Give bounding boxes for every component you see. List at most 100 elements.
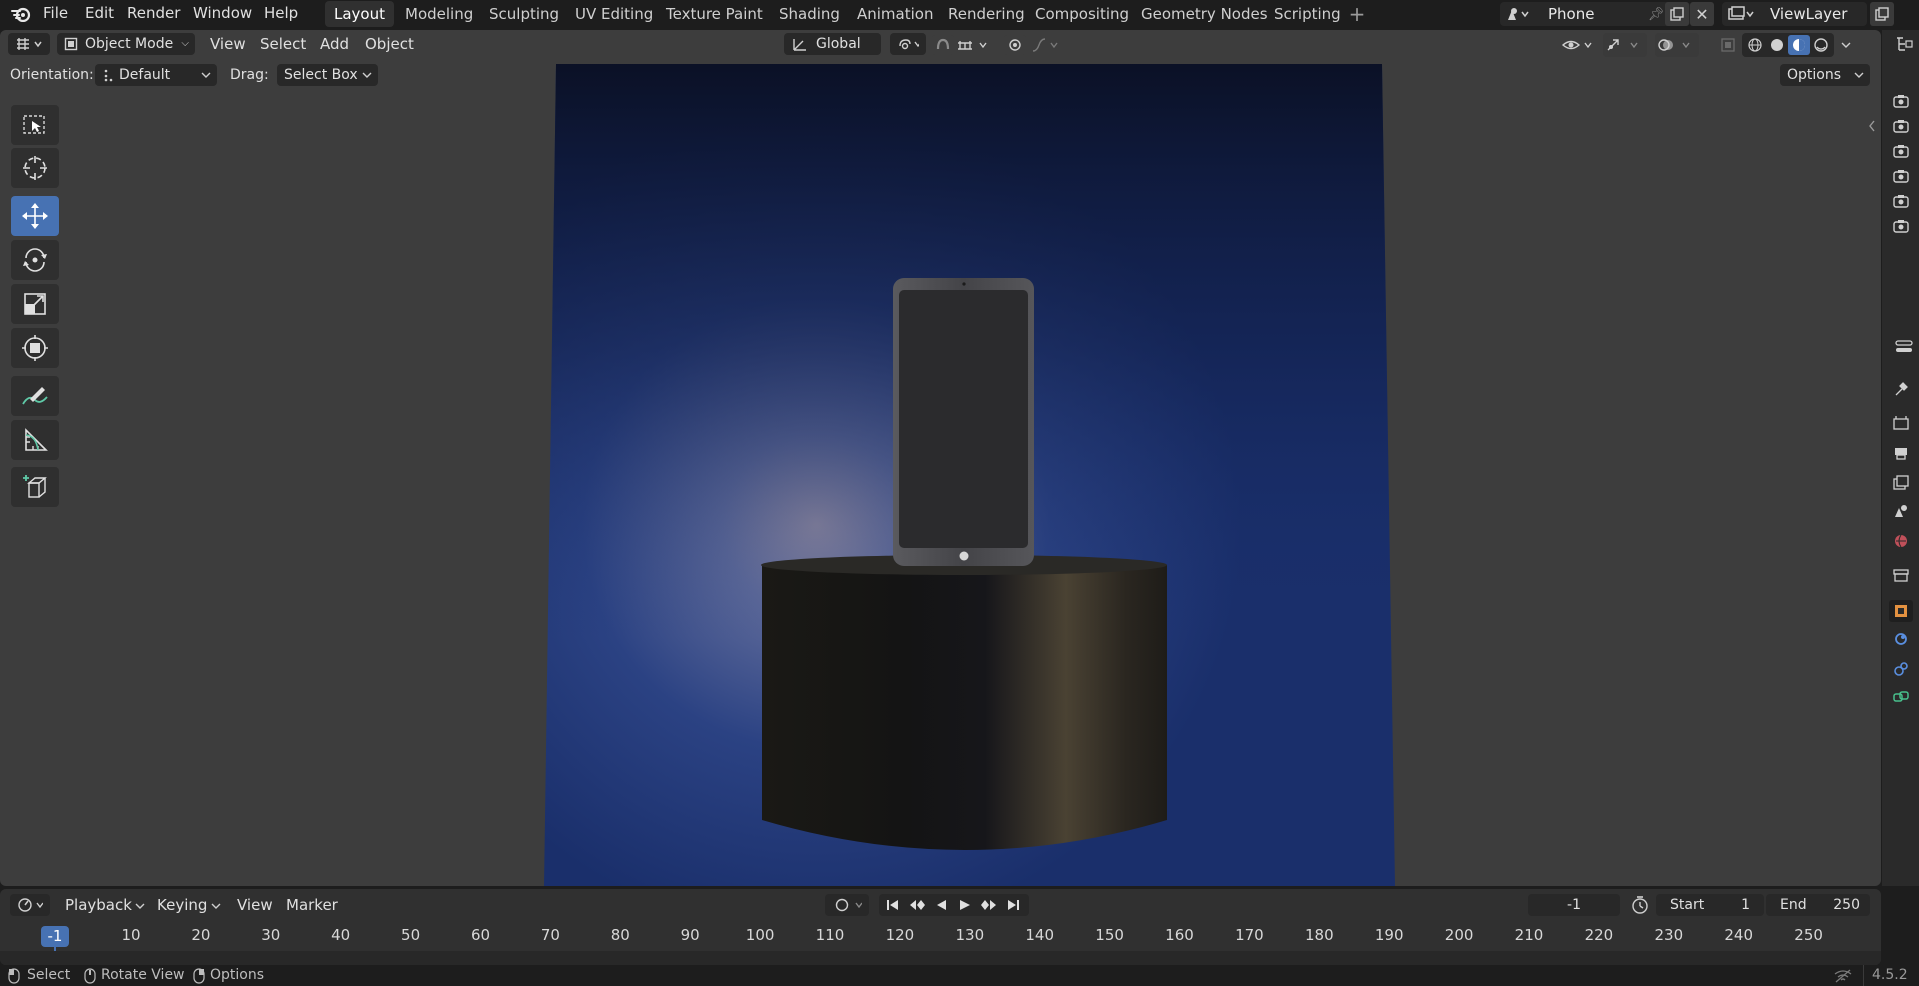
- pivot-point-icon[interactable]: [890, 33, 926, 55]
- menu-window[interactable]: Window: [187, 0, 258, 28]
- orientation-label: Orientation:: [10, 67, 94, 83]
- annotate-icon[interactable]: [11, 376, 59, 416]
- constraint-properties-icon[interactable]: [1889, 686, 1913, 708]
- pin-icon[interactable]: 📌︎: [1646, 4, 1666, 24]
- menu-edit[interactable]: Edit: [79, 0, 120, 28]
- end-frame-field[interactable]: End 250: [1766, 894, 1870, 916]
- frame-tick-label: 90: [680, 926, 700, 944]
- frame-tick-label: 70: [540, 926, 560, 944]
- preview-range-clock-icon[interactable]: [1628, 894, 1652, 916]
- tab-geometry-nodes[interactable]: Geometry Nodes: [1132, 1, 1277, 27]
- object-properties-icon[interactable]: [1889, 600, 1913, 622]
- auto-keying-icon[interactable]: [825, 894, 869, 916]
- menu-playback[interactable]: Playback: [65, 894, 132, 916]
- rendered-shading-icon[interactable]: [1810, 35, 1832, 55]
- frame-tick-label: 50: [401, 926, 421, 944]
- camera-visibility-icon[interactable]: [1889, 165, 1913, 187]
- properties-editor-icon[interactable]: [1892, 335, 1916, 357]
- tool-properties-icon[interactable]: [1889, 378, 1913, 400]
- play-reverse-icon[interactable]: [929, 894, 953, 916]
- tab-scripting[interactable]: Scripting: [1265, 1, 1350, 27]
- tab-layout[interactable]: Layout: [325, 1, 394, 27]
- tab-modeling[interactable]: Modeling: [396, 1, 482, 27]
- drag-dropdown[interactable]: Select Box: [277, 64, 378, 86]
- shading-options-chevron-icon[interactable]: [1838, 35, 1854, 55]
- scale-icon[interactable]: [11, 284, 59, 324]
- proportional-editing-icon[interactable]: [1004, 35, 1026, 55]
- tab-compositing[interactable]: Compositing: [1026, 1, 1138, 27]
- viewport-3d[interactable]: Object Mode ⌵ View Select Add Object Glo…: [0, 30, 1881, 886]
- proportional-falloff-icon[interactable]: [1030, 35, 1066, 55]
- snap-target-icon[interactable]: [955, 35, 997, 55]
- menu-render[interactable]: Render: [121, 0, 186, 28]
- add-cube-icon[interactable]: [11, 467, 59, 507]
- sidebar-toggle-icon[interactable]: [1866, 118, 1878, 134]
- menu-file[interactable]: File: [37, 0, 74, 28]
- options-dropdown[interactable]: Options: [1780, 64, 1870, 86]
- editor-type-button[interactable]: [8, 33, 50, 55]
- camera-visibility-icon[interactable]: [1889, 190, 1913, 212]
- output-properties-icon[interactable]: [1889, 442, 1913, 464]
- object-mode-dropdown[interactable]: Object Mode ⌵: [57, 33, 195, 55]
- move-icon[interactable]: [11, 196, 59, 236]
- menu-timeline-view[interactable]: View: [237, 894, 273, 916]
- tab-animation[interactable]: Animation: [848, 1, 942, 27]
- menu-help[interactable]: Help: [258, 0, 304, 28]
- new-view-layer-icon[interactable]: [1870, 2, 1894, 26]
- world-properties-icon[interactable]: [1889, 530, 1913, 552]
- tab-shading[interactable]: Shading: [770, 1, 849, 27]
- wireframe-shading-icon[interactable]: [1744, 35, 1766, 55]
- xray-toggle-icon[interactable]: [1718, 35, 1738, 55]
- render-properties-icon[interactable]: [1889, 412, 1913, 434]
- view-layer-selector[interactable]: ViewLayer: [1722, 2, 1867, 26]
- jump-to-keyframe-next-icon[interactable]: [977, 894, 1001, 916]
- jump-to-start-icon[interactable]: [881, 894, 905, 916]
- delete-scene-icon[interactable]: ✕: [1690, 2, 1714, 26]
- tab-uv-editing[interactable]: UV Editing: [566, 1, 662, 27]
- current-frame-field[interactable]: -1: [1528, 894, 1620, 916]
- camera-visibility-icon[interactable]: [1889, 215, 1913, 237]
- transform-orientation-dropdown[interactable]: Global: [784, 33, 881, 55]
- material-preview-shading-icon[interactable]: [1788, 35, 1810, 55]
- menu-view[interactable]: View: [210, 33, 246, 55]
- menu-object[interactable]: Object: [365, 33, 414, 55]
- solid-shading-icon[interactable]: [1766, 35, 1788, 55]
- collection-properties-icon[interactable]: [1889, 564, 1913, 586]
- physics-properties-icon[interactable]: [1889, 658, 1913, 680]
- visibility-eye-icon[interactable]: [1560, 33, 1598, 57]
- measure-icon[interactable]: [11, 420, 59, 460]
- select-box-icon[interactable]: [11, 105, 59, 145]
- camera-visibility-icon[interactable]: [1889, 140, 1913, 162]
- camera-visibility-icon[interactable]: [1889, 115, 1913, 137]
- tab-sculpting[interactable]: Sculpting: [480, 1, 568, 27]
- tab-rendering[interactable]: Rendering: [939, 1, 1034, 27]
- scene-selector[interactable]: Phone 📌︎: [1500, 2, 1690, 26]
- menu-add[interactable]: Add: [320, 33, 349, 55]
- rotate-icon[interactable]: [11, 240, 59, 280]
- menu-select[interactable]: Select: [260, 33, 306, 55]
- menu-marker[interactable]: Marker: [286, 894, 338, 916]
- snap-icon[interactable]: [932, 35, 954, 55]
- play-icon[interactable]: [953, 894, 977, 916]
- cursor-icon[interactable]: [11, 148, 59, 188]
- new-scene-icon[interactable]: [1665, 2, 1689, 26]
- jump-to-keyframe-prev-icon[interactable]: [905, 894, 929, 916]
- menu-keying[interactable]: Keying: [157, 894, 207, 916]
- gizmo-toggle-icon[interactable]: [1603, 33, 1647, 57]
- tab-texture-paint[interactable]: Texture Paint: [657, 1, 772, 27]
- camera-visibility-icon[interactable]: [1889, 90, 1913, 112]
- overlays-toggle-icon[interactable]: [1655, 33, 1699, 57]
- start-frame-field[interactable]: Start 1: [1656, 894, 1764, 916]
- jump-to-end-icon[interactable]: [1001, 894, 1025, 916]
- add-workspace-icon[interactable]: +: [1346, 2, 1368, 26]
- view-layer-properties-icon[interactable]: [1889, 472, 1913, 494]
- blender-logo-icon[interactable]: [8, 2, 34, 26]
- orientation-dropdown[interactable]: Default: [95, 64, 217, 86]
- modifier-properties-icon[interactable]: [1889, 628, 1913, 650]
- scene-properties-icon[interactable]: [1889, 500, 1913, 522]
- timeline-editor-type-icon[interactable]: [10, 894, 50, 916]
- editor-type-outliner-icon[interactable]: [1892, 34, 1916, 54]
- timeline-track-area[interactable]: [0, 951, 1881, 965]
- transform-icon[interactable]: [11, 328, 59, 368]
- frame-ruler[interactable]: -1 10 20 30 40 50 60 70 80 90 100 110 120 130 140 150 1…: [0, 921, 1881, 967]
